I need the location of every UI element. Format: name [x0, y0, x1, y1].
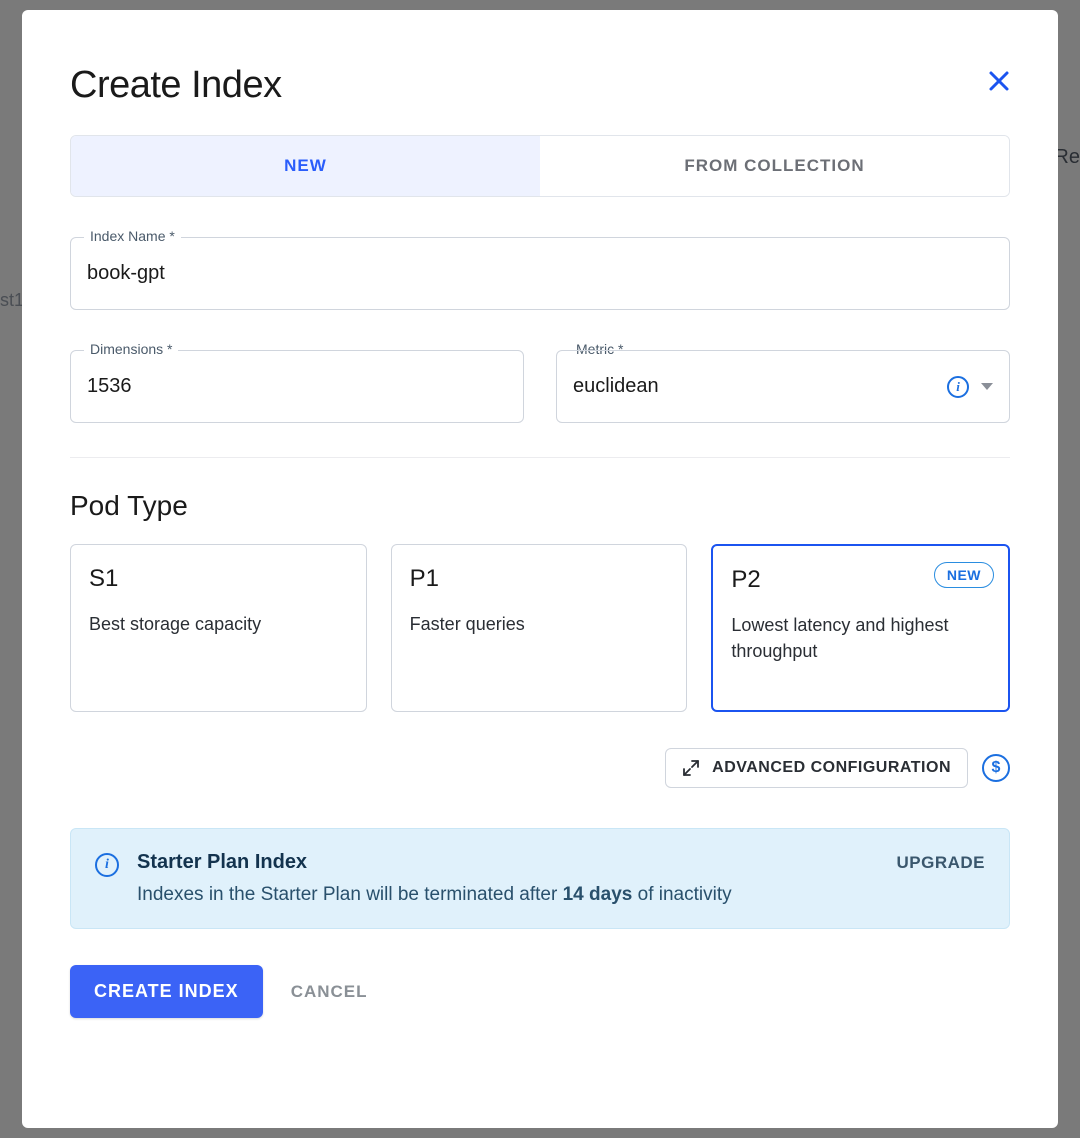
advanced-configuration-button[interactable]: ADVANCED CONFIGURATION	[665, 748, 968, 788]
expand-icon	[682, 759, 700, 777]
chevron-down-icon	[981, 383, 993, 390]
index-name-input[interactable]	[70, 237, 1010, 310]
close-icon	[988, 70, 1010, 92]
tab-from-collection[interactable]: FROM COLLECTION	[540, 136, 1009, 196]
pricing-icon[interactable]: $	[982, 754, 1010, 782]
modal-title: Create Index	[70, 64, 282, 107]
index-name-label: Index Name *	[84, 228, 181, 244]
banner-title: Starter Plan Index	[137, 851, 878, 874]
pod-type-grid: S1 Best storage capacity P1 Faster queri…	[70, 544, 1010, 712]
upgrade-link[interactable]: UPGRADE	[896, 853, 985, 873]
create-index-button[interactable]: CREATE INDEX	[70, 965, 263, 1018]
starter-plan-banner: i Starter Plan Index Indexes in the Star…	[70, 828, 1010, 929]
tabs: NEW FROM COLLECTION	[70, 135, 1010, 197]
advanced-configuration-label: ADVANCED CONFIGURATION	[712, 759, 951, 777]
create-index-modal: Create Index NEW FROM COLLECTION Index N…	[22, 10, 1058, 1128]
close-button[interactable]	[988, 70, 1010, 92]
background-text-left: st1	[0, 290, 24, 311]
pod-card-p2[interactable]: NEW P2 Lowest latency and highest throug…	[711, 544, 1010, 712]
info-icon: i	[95, 853, 119, 877]
metric-field: Metric * euclidean i	[556, 350, 1010, 423]
new-badge: NEW	[934, 562, 994, 588]
metric-value: euclidean	[573, 375, 659, 398]
metric-info-icon[interactable]: i	[947, 376, 969, 398]
dimensions-input[interactable]	[70, 350, 524, 423]
pod-desc: Lowest latency and highest throughput	[731, 612, 990, 664]
pod-type-heading: Pod Type	[70, 490, 1010, 522]
pod-name: P1	[410, 565, 669, 593]
tab-new[interactable]: NEW	[71, 136, 540, 196]
pod-name: S1	[89, 565, 348, 593]
pod-desc: Faster queries	[410, 611, 669, 637]
pod-desc: Best storage capacity	[89, 611, 348, 637]
dimensions-label: Dimensions *	[84, 341, 178, 357]
pod-card-p1[interactable]: P1 Faster queries	[391, 544, 688, 712]
index-name-field: Index Name *	[70, 237, 1010, 310]
divider	[70, 457, 1010, 458]
dimensions-field: Dimensions *	[70, 350, 524, 423]
pod-card-s1[interactable]: S1 Best storage capacity	[70, 544, 367, 712]
metric-select[interactable]: euclidean i	[556, 350, 1010, 423]
cancel-button[interactable]: CANCEL	[291, 982, 368, 1002]
background-text-right: Re	[1054, 146, 1080, 169]
banner-text: Indexes in the Starter Plan will be term…	[137, 884, 878, 906]
